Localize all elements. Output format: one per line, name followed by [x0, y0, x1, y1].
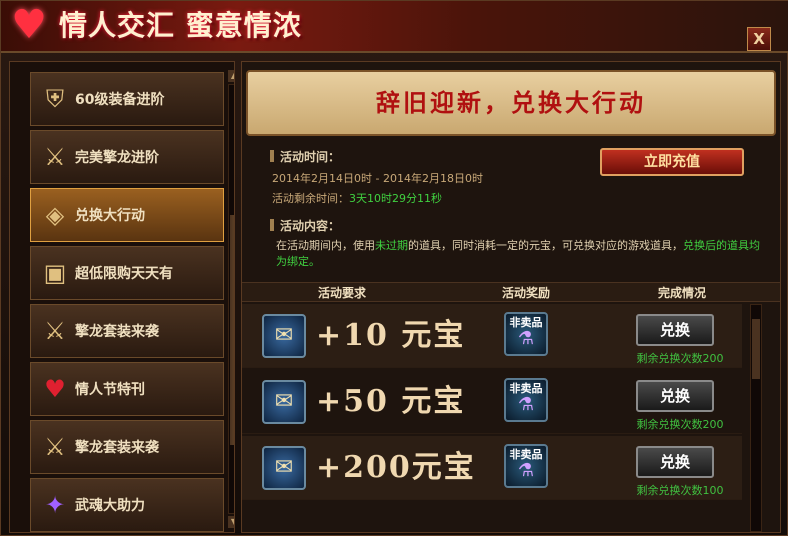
sidebar-scrollbar[interactable] — [228, 84, 234, 514]
time-section-label: 活动时间： — [280, 150, 341, 164]
table-row: ✉ +50 元宝 非卖品 ⚗ 兑换 剩余兑换次数200 — [242, 370, 742, 434]
recharge-button[interactable]: 立即充值 — [600, 148, 744, 176]
sidebar-item-label: 情人节特刊 — [75, 382, 145, 398]
sidebar-item-dragon-set[interactable]: ⚔ 擎龙套装来袭 — [30, 304, 224, 358]
requirement-text: +200元宝 — [316, 450, 476, 485]
close-button[interactable]: X — [747, 27, 771, 51]
heart-icon: ♥ — [44, 375, 66, 403]
sidebar-item-label: 60级装备进阶 — [75, 92, 165, 108]
requirement-text: +50 元宝 — [316, 384, 466, 419]
sidebar-item-valentine[interactable]: ♥ 情人节特刊 — [30, 362, 224, 416]
sidebar-item-dragon-set-2[interactable]: ⚔ 擎龙套装来袭 — [30, 420, 224, 474]
robe-icon: ⚔ — [44, 433, 66, 461]
sidebar: ⛨ 60级装备进阶 ⚔ 完美擎龙进阶 ◈ 兑换大行动 ▣ 超低限购天天有 ⚔ 擎… — [9, 61, 235, 533]
armor-icon: ⛨ — [46, 85, 64, 113]
time-range: 2014年2月14日0时 - 2014年2月18日0时 — [272, 172, 483, 185]
exchange-button[interactable]: 兑换 — [636, 446, 714, 478]
section-marker — [270, 219, 274, 231]
robe-icon: ⚔ — [44, 143, 66, 171]
scroll-up-arrow[interactable]: ▲ — [228, 70, 234, 82]
remaining-label: 活动剩余时间： — [272, 192, 349, 205]
title-bar: ♥ 情人交汇 蜜意情浓 X — [1, 1, 788, 53]
sidebar-item-label: 超低限购天天有 — [75, 266, 173, 282]
exchange-button[interactable]: 兑换 — [636, 314, 714, 346]
sidebar-item-limited-purchase[interactable]: ▣ 超低限购天天有 — [30, 246, 224, 300]
sidebar-item-exchange[interactable]: ◈ 兑换大行动 — [30, 188, 224, 242]
window-title: 情人交汇 蜜意情浓 — [59, 9, 302, 42]
remaining-count: 剩余兑换次数100 — [636, 484, 724, 497]
reward-item-icon[interactable]: 非卖品 ⚗ — [504, 378, 548, 422]
scroll-item-icon[interactable]: ✉ — [262, 446, 306, 490]
reward-item-icon[interactable]: 非卖品 ⚗ — [504, 312, 548, 356]
event-window: ♥ 情人交汇 蜜意情浓 X ⛨ 60级装备进阶 ⚔ 完美擎龙进阶 ◈ 兑换大行动… — [0, 0, 788, 536]
header-reward: 活动奖励 — [501, 286, 550, 300]
sidebar-scroll-thumb[interactable] — [230, 215, 234, 445]
banner-title: 辞旧迎新，兑换大行动 — [376, 88, 646, 117]
sidebar-item-soul-boost[interactable]: ✦ 武魂大助力 — [30, 478, 224, 532]
section-marker — [270, 150, 274, 162]
scroll-item-icon[interactable]: ✉ — [262, 380, 306, 424]
sidebar-item-label: 擎龙套装来袭 — [75, 324, 159, 340]
sidebar-item-perfect-dragon[interactable]: ⚔ 完美擎龙进阶 — [30, 130, 224, 184]
header-status: 完成情况 — [657, 286, 706, 300]
potion-icon: ⚗ — [517, 460, 535, 481]
potion-icon: ⚗ — [517, 394, 535, 415]
requirement-text: +10 元宝 — [316, 318, 466, 353]
remaining-value: 3天10时29分11秒 — [349, 192, 442, 205]
table-row: ✉ +10 元宝 非卖品 ⚗ 兑换 剩余兑换次数200 — [242, 304, 742, 368]
reward-item-icon[interactable]: 非卖品 ⚗ — [504, 444, 548, 488]
gift-box-icon: ▣ — [43, 259, 67, 287]
heart-icon: ♥ — [11, 2, 47, 48]
remaining-count: 剩余兑换次数200 — [636, 418, 724, 431]
header-requirement: 活动要求 — [317, 286, 366, 300]
sidebar-item-label: 擎龙套装来袭 — [75, 440, 159, 456]
remaining-time-label: 活动剩余时间：3天10时29分11秒 — [272, 190, 442, 206]
robe-icon: ⚔ — [44, 317, 66, 345]
exchange-button[interactable]: 兑换 — [636, 380, 714, 412]
desc-text: 在活动期间内，使用 — [276, 239, 375, 252]
scroll-down-arrow[interactable]: ▼ — [228, 516, 234, 528]
table-scroll-thumb[interactable] — [752, 319, 760, 379]
scroll-banner: 辞旧迎新，兑换大行动 — [246, 70, 776, 136]
main-panel: 辞旧迎新，兑换大行动 活动时间： 2014年2月14日0时 - 2014年2月1… — [241, 61, 781, 533]
desc-highlight: 未过期 — [375, 239, 408, 252]
sidebar-item-equipment-upgrade[interactable]: ⛨ 60级装备进阶 — [30, 72, 224, 126]
sidebar-item-label: 兑换大行动 — [75, 208, 145, 224]
content-section-label: 活动内容： — [280, 219, 341, 233]
sidebar-item-label: 武魂大助力 — [75, 498, 145, 514]
flame-icon: ✦ — [44, 491, 66, 519]
scroll-item-icon[interactable]: ✉ — [262, 314, 306, 358]
table-row: ✉ +200元宝 非卖品 ⚗ 兑换 剩余兑换次数100 — [242, 436, 742, 500]
table-scrollbar[interactable] — [750, 304, 762, 532]
gold-ingot-icon: ◈ — [45, 201, 65, 229]
event-description: 在活动期间内，使用未过期的道具，同时消耗一定的元宝，可兑换对应的游戏道具，兑换后… — [276, 238, 766, 270]
desc-text: 的道具，同时消耗一定的元宝，可兑换对应的游戏道具， — [408, 239, 683, 252]
potion-icon: ⚗ — [517, 328, 535, 349]
sidebar-item-label: 完美擎龙进阶 — [75, 150, 159, 166]
remaining-count: 剩余兑换次数200 — [636, 352, 724, 365]
table-header: 活动要求 活动奖励 完成情况 — [242, 282, 780, 302]
